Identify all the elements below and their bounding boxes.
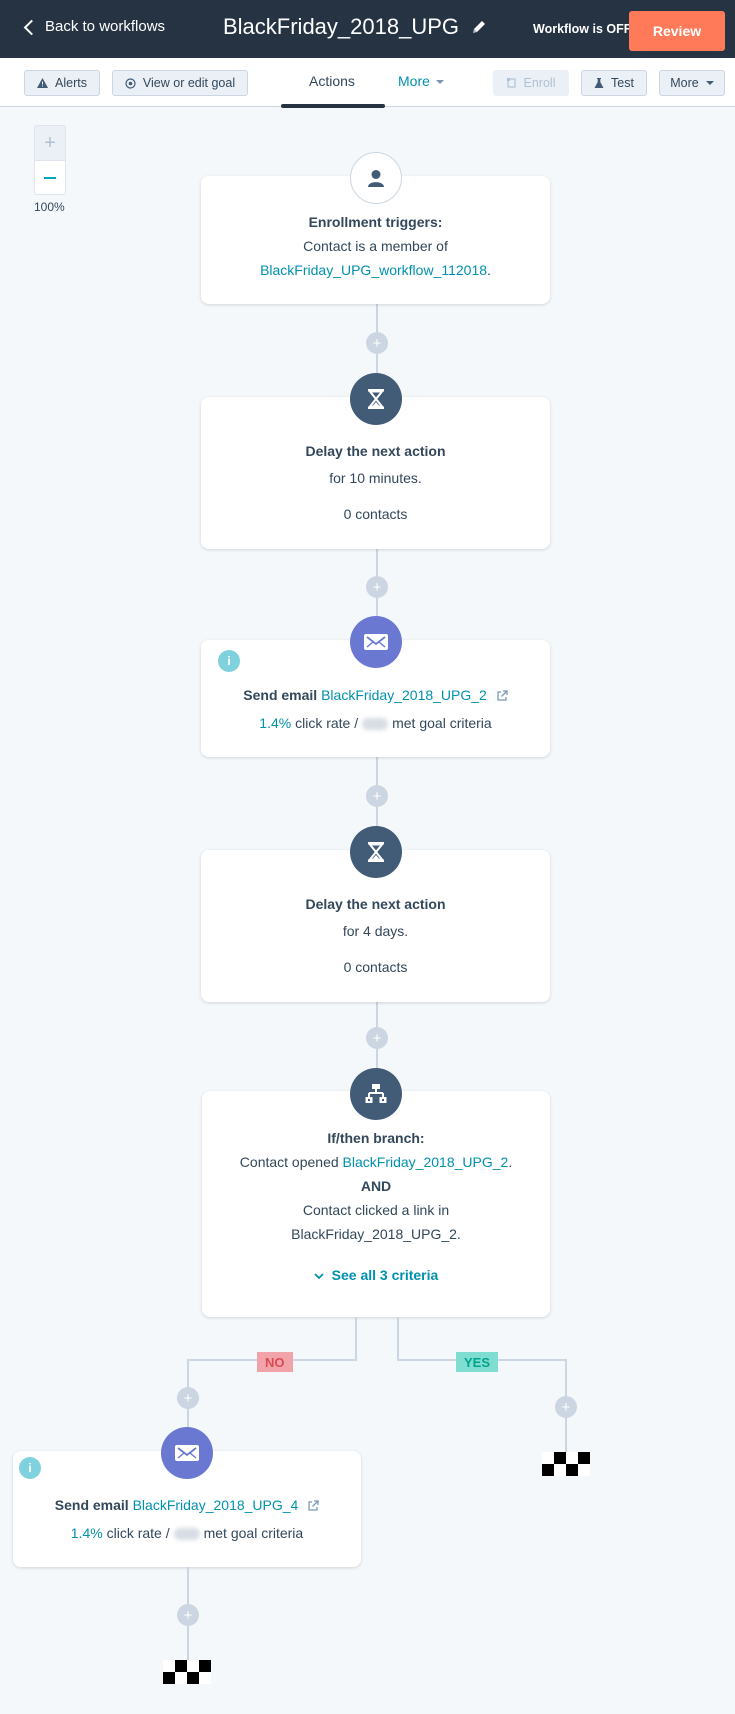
send-email-line: Send email BlackFriday_2018_UPG_2 bbox=[201, 687, 550, 703]
email-stats: 1.4% click rate / met goal criteria bbox=[13, 1525, 361, 1541]
workflow-end-flag-icon bbox=[163, 1660, 211, 1684]
test-label: Test bbox=[611, 76, 634, 90]
zoom-control: + bbox=[34, 125, 66, 195]
trigger-list-line: BlackFriday_UPG_workflow_112018. bbox=[201, 262, 550, 278]
info-icon[interactable]: i bbox=[218, 650, 240, 672]
goal-label: View or edit goal bbox=[142, 76, 236, 90]
delay-contacts[interactable]: 0 contacts bbox=[201, 959, 550, 975]
external-link-icon[interactable] bbox=[496, 690, 508, 702]
trigger-list-link[interactable]: BlackFriday_UPG_workflow_112018 bbox=[260, 262, 487, 278]
back-to-workflows-link[interactable]: Back to workflows bbox=[23, 18, 166, 35]
criteria-1-prefix: Contact opened bbox=[239, 1154, 339, 1170]
minus-icon bbox=[44, 176, 56, 179]
criteria-2-email-link[interactable]: BlackFriday_2018_UPG_2. bbox=[202, 1226, 550, 1242]
delay-title: Delay the next action bbox=[305, 443, 446, 459]
test-button[interactable]: Test bbox=[581, 70, 647, 96]
see-all-label: See all 3 criteria bbox=[331, 1267, 439, 1283]
caret-down-icon bbox=[435, 80, 444, 85]
send-email-line: Send email BlackFriday_2018_UPG_4 bbox=[13, 1497, 361, 1513]
delay-duration: for 4 days. bbox=[342, 923, 409, 939]
yes-branch-label: YES bbox=[456, 1352, 499, 1372]
delay-duration: for 10 minutes. bbox=[329, 470, 422, 486]
branch-icon bbox=[350, 1068, 402, 1120]
workflow-status: Workflow is OFF bbox=[533, 22, 632, 36]
tab-actions[interactable]: Actions bbox=[309, 73, 355, 89]
click-rate: 1.4% bbox=[70, 1525, 103, 1541]
add-action-button[interactable]: + bbox=[555, 1396, 577, 1418]
add-action-button[interactable]: + bbox=[366, 1027, 388, 1049]
tab-more-label: More bbox=[398, 73, 430, 89]
top-bar: Back to workflows BlackFriday_2018_UPG W… bbox=[0, 0, 735, 58]
click-rate: 1.4% bbox=[259, 715, 292, 731]
add-action-button[interactable]: + bbox=[177, 1387, 199, 1409]
warning-icon bbox=[37, 78, 49, 88]
external-link-icon[interactable] bbox=[307, 1500, 319, 1512]
more-actions-button[interactable]: More bbox=[659, 70, 725, 96]
email-icon bbox=[161, 1427, 213, 1479]
back-label: Back to workflows bbox=[45, 18, 166, 35]
workflow-title[interactable]: BlackFriday_2018_UPG bbox=[223, 14, 487, 40]
caret-down-icon bbox=[705, 81, 714, 85]
no-branch-label: NO bbox=[257, 1352, 293, 1372]
active-tab-indicator bbox=[281, 104, 385, 108]
criteria-2-prefix: Contact clicked a link in bbox=[302, 1202, 450, 1218]
add-action-button[interactable]: + bbox=[366, 332, 388, 354]
tab-more[interactable]: More bbox=[398, 73, 444, 89]
more-label: More bbox=[670, 76, 699, 90]
hourglass-icon bbox=[350, 826, 402, 878]
connector bbox=[355, 1317, 357, 1361]
delay-title: Delay the next action bbox=[305, 896, 446, 912]
send-email-prefix: Send email bbox=[54, 1497, 129, 1513]
email-link[interactable]: BlackFriday_2018_UPG_4 bbox=[133, 1497, 299, 1513]
redacted-goal-count bbox=[173, 1528, 200, 1541]
chevron-down-icon bbox=[314, 1273, 324, 1280]
send-email-prefix: Send email bbox=[243, 687, 318, 703]
chevron-left-icon bbox=[23, 19, 40, 35]
add-action-button[interactable]: + bbox=[177, 1604, 199, 1626]
email-link[interactable]: BlackFriday_2018_UPG_2 bbox=[321, 687, 487, 703]
goal-label: met goal criteria bbox=[203, 1525, 304, 1541]
redacted-goal-count bbox=[362, 718, 389, 731]
criteria-1-suffix: . bbox=[508, 1154, 513, 1170]
enroll-icon bbox=[506, 78, 516, 88]
zoom-level: 100% bbox=[34, 200, 65, 214]
pencil-icon[interactable] bbox=[471, 19, 487, 35]
workflow-name: BlackFriday_2018_UPG bbox=[223, 14, 460, 39]
hourglass-icon bbox=[350, 373, 402, 425]
enroll-button[interactable]: Enroll bbox=[493, 70, 569, 96]
toolbar: Alerts View or edit goal Actions More En… bbox=[0, 58, 735, 108]
trigger-suffix: . bbox=[487, 262, 491, 278]
delay-contacts[interactable]: 0 contacts bbox=[201, 506, 550, 522]
trigger-title: Enrollment triggers: bbox=[308, 214, 443, 230]
flask-icon bbox=[594, 78, 604, 88]
connector bbox=[397, 1317, 399, 1361]
enroll-label: Enroll bbox=[523, 76, 556, 90]
click-rate-label: click rate / bbox=[295, 715, 359, 731]
contact-icon bbox=[350, 152, 402, 204]
view-edit-goal-button[interactable]: View or edit goal bbox=[112, 70, 248, 96]
add-action-button[interactable]: + bbox=[366, 785, 388, 807]
criteria-1-email-link[interactable]: BlackFriday_2018_UPG_2 bbox=[343, 1154, 509, 1170]
review-button[interactable]: Review bbox=[629, 11, 725, 51]
goal-label: met goal criteria bbox=[392, 715, 492, 731]
branch-criteria-1: Contact opened BlackFriday_2018_UPG_2. bbox=[202, 1154, 550, 1170]
add-action-button[interactable]: + bbox=[366, 576, 388, 598]
alerts-label: Alerts bbox=[55, 76, 87, 90]
see-all-criteria-link[interactable]: See all 3 criteria bbox=[202, 1267, 550, 1283]
zoom-in-button[interactable]: + bbox=[34, 125, 66, 160]
email-stats: 1.4% click rate / met goal criteria bbox=[201, 715, 550, 731]
branch-title: If/then branch: bbox=[327, 1130, 425, 1146]
branch-operator: AND bbox=[360, 1178, 392, 1194]
zoom-out-button[interactable] bbox=[34, 160, 66, 195]
click-rate-label: click rate / bbox=[106, 1525, 170, 1541]
email-icon bbox=[350, 616, 402, 668]
trigger-text: Contact is a member of bbox=[303, 238, 448, 254]
target-icon bbox=[125, 77, 136, 89]
if-then-branch-card[interactable]: If/then branch: Contact opened BlackFrid… bbox=[202, 1091, 550, 1317]
info-icon[interactable]: i bbox=[19, 1457, 41, 1479]
workflow-end-flag-icon bbox=[542, 1452, 590, 1476]
alerts-button[interactable]: Alerts bbox=[24, 70, 100, 96]
